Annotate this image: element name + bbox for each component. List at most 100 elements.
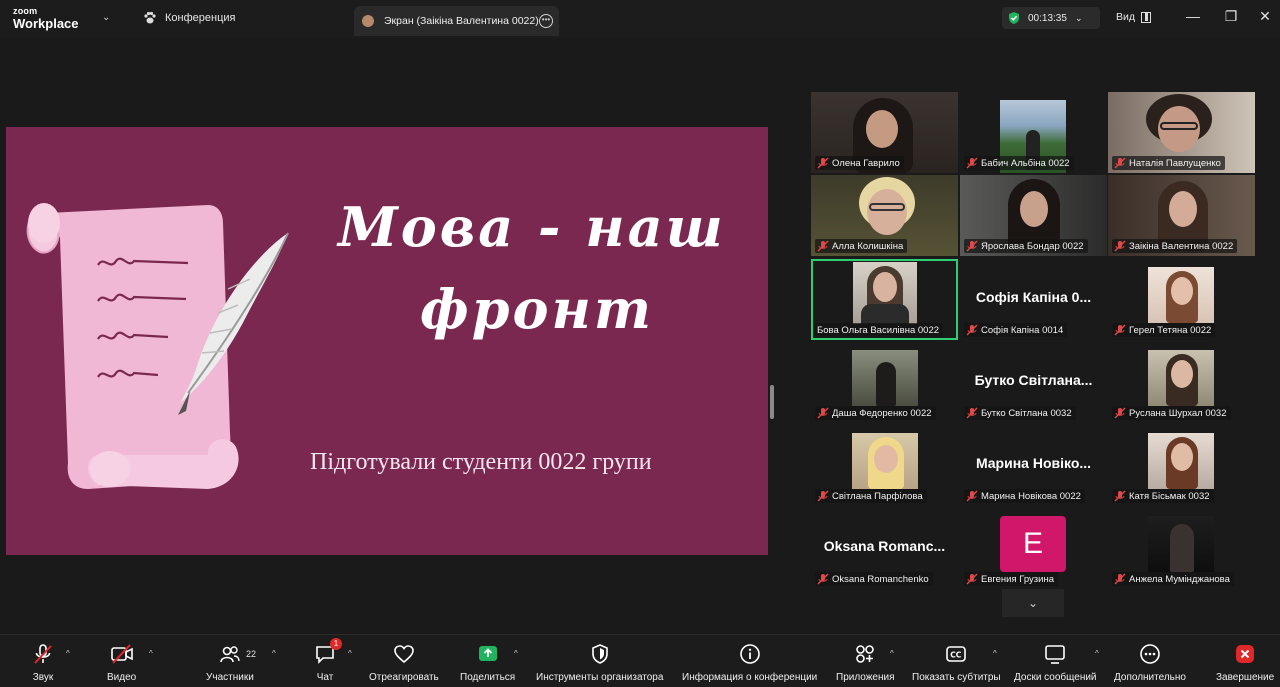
meeting-info-button[interactable]: Информация о конференции xyxy=(682,643,817,683)
participants-icon xyxy=(218,643,242,665)
participant-tile-active-speaker[interactable]: Бова Ольга Василівна 0022 xyxy=(811,259,958,340)
participant-tile[interactable]: Бабич Альбіна 0022 xyxy=(960,92,1107,173)
apps-button[interactable]: Приложения xyxy=(836,643,895,683)
meeting-timer[interactable]: 00:13:35 ⌄ xyxy=(1002,7,1100,29)
participant-tile[interactable]: Катя Бісьмак 0032 xyxy=(1108,425,1255,506)
view-button[interactable]: Вид xyxy=(1116,11,1151,23)
mic-muted-icon xyxy=(1114,157,1126,169)
video-button[interactable]: Видео xyxy=(107,643,136,683)
participant-name: Ярослава Бондар 0022 xyxy=(981,240,1084,252)
participant-name: Бабич Альбіна 0022 xyxy=(981,157,1070,169)
participant-display-name: Бутко Світлана... xyxy=(974,372,1093,388)
whiteboards-options-caret[interactable]: ^ xyxy=(1095,649,1099,658)
audio-button[interactable]: Звук xyxy=(31,643,55,683)
tab-conference[interactable]: Конференция xyxy=(143,11,235,25)
participant-name: Світлана Парфілова xyxy=(832,490,923,502)
whiteboards-button[interactable]: Доски сообщений xyxy=(1014,643,1097,683)
mic-muted-icon xyxy=(817,490,829,502)
participants-count: 22 xyxy=(246,649,257,659)
participant-display-name: Марина Новіко... xyxy=(975,455,1092,471)
presentation-slide: Мова - наш фронт Підготували студенти 00… xyxy=(6,127,768,555)
mic-muted-icon xyxy=(966,573,978,585)
mic-muted-icon xyxy=(966,407,978,419)
mic-muted-icon xyxy=(817,573,829,585)
host-tools-button[interactable]: Инструменты организатора xyxy=(536,643,663,683)
meeting-toolbar: Звук ^ Видео ^ Участники 22 ^ 1 Чат ^ От… xyxy=(0,634,1280,687)
share-screen-button[interactable]: Поделиться xyxy=(460,643,515,683)
share-options-caret[interactable]: ^ xyxy=(514,649,518,658)
zoom-logo: zoom Workplace xyxy=(13,6,79,31)
gallery-next-page-button[interactable]: ⌄ xyxy=(1002,589,1064,617)
apps-options-caret[interactable]: ^ xyxy=(890,649,894,658)
participant-video xyxy=(1148,516,1214,572)
resize-handle[interactable] xyxy=(770,385,774,419)
participant-video xyxy=(852,350,918,406)
participant-video xyxy=(852,433,918,489)
chat-icon: 1 xyxy=(313,638,342,665)
mic-muted-icon xyxy=(1114,240,1126,252)
participant-tile[interactable]: Світлана Парфілова xyxy=(811,425,958,506)
mic-muted-icon xyxy=(31,643,55,665)
participant-name: Алла Колишкіна xyxy=(832,240,904,252)
participant-name: Oksana Romanchenko xyxy=(832,573,929,585)
participant-tile[interactable]: Софія Капіна 0... Софія Капіна 0014 xyxy=(960,259,1107,340)
more-options-icon[interactable]: ••• xyxy=(539,14,553,28)
participant-tile[interactable]: Бутко Світлана... Бутко Світлана 0032 xyxy=(960,342,1107,423)
tab-conference-label: Конференция xyxy=(165,12,236,24)
close-button[interactable]: ✕ xyxy=(1255,8,1275,25)
participant-tile[interactable]: Герел Тетяна 0022 xyxy=(1108,259,1255,340)
participant-tile[interactable]: Ярослава Бондар 0022 xyxy=(960,175,1107,256)
mic-muted-icon xyxy=(817,407,829,419)
whiteboard-icon xyxy=(1043,643,1067,665)
video-options-caret[interactable]: ^ xyxy=(149,649,153,658)
chat-button[interactable]: 1 Чат xyxy=(313,638,342,683)
participant-display-name: Софія Капіна 0... xyxy=(975,289,1092,305)
mic-muted-icon xyxy=(1114,573,1126,585)
participant-name: Анжела Мумінджанова xyxy=(1129,573,1230,585)
cc-icon: CC xyxy=(944,643,968,665)
audio-options-caret[interactable]: ^ xyxy=(66,649,70,658)
participant-tile[interactable]: Заікіна Валентина 0022 xyxy=(1108,175,1255,256)
participants-options-caret[interactable]: ^ xyxy=(272,649,276,658)
avatar: E xyxy=(1000,516,1066,572)
apps-icon xyxy=(853,643,877,665)
tab-screen-share[interactable]: Экран (Заікіна Валентина 0022) ••• xyxy=(354,6,559,36)
participant-name: Бутко Світлана 0032 xyxy=(981,407,1072,419)
participant-name: Олена Гаврило xyxy=(832,157,900,169)
info-icon xyxy=(738,643,762,665)
end-meeting-button[interactable]: Завершение xyxy=(1216,643,1274,683)
participant-tile[interactable]: Даша Федоренко 0022 xyxy=(811,342,958,423)
restore-button[interactable]: ❐ xyxy=(1221,8,1241,25)
captions-options-caret[interactable]: ^ xyxy=(993,649,997,658)
more-dots-icon xyxy=(1138,643,1162,665)
participant-tile[interactable]: Марина Новіко... Марина Новікова 0022 xyxy=(960,425,1107,506)
shield-icon xyxy=(1009,12,1019,24)
participant-name: Катя Бісьмак 0032 xyxy=(1129,490,1210,502)
participant-name: Софія Капіна 0014 xyxy=(981,324,1064,336)
mic-muted-icon xyxy=(1114,324,1126,336)
minimize-button[interactable]: — xyxy=(1183,8,1203,24)
grid-icon xyxy=(1141,11,1151,23)
more-button[interactable]: Дополнительно xyxy=(1114,643,1186,683)
participant-tile[interactable]: Олена Гаврило xyxy=(811,92,958,173)
slide-title-line1: Мова - наш xyxy=(338,195,726,259)
participant-video xyxy=(853,262,917,324)
react-button[interactable]: Отреагировать xyxy=(369,643,439,683)
participant-tile[interactable]: Анжела Мумінджанова xyxy=(1108,508,1255,589)
mic-muted-icon xyxy=(817,240,829,252)
participant-tile[interactable]: Руслана Шурхал 0032 xyxy=(1108,342,1255,423)
participant-tile[interactable]: Наталія Павлущенко xyxy=(1108,92,1255,173)
participant-tile[interactable]: Oksana Romanc... Oksana Romanchenko xyxy=(811,508,958,589)
avatar xyxy=(362,15,374,27)
chevron-down-icon[interactable]: ⌄ xyxy=(102,12,110,23)
participant-gallery: Олена Гаврило Бабич Альбіна 0022 Наталія… xyxy=(782,38,1280,634)
title-bar: zoom Workplace ⌄ Конференция Экран (Заік… xyxy=(0,0,1280,38)
chat-options-caret[interactable]: ^ xyxy=(348,649,352,658)
participant-tile[interactable]: E Евгения Грузина xyxy=(960,508,1107,589)
participant-name: Заікіна Валентина 0022 xyxy=(1129,240,1234,252)
close-icon xyxy=(1233,643,1257,665)
shield-icon xyxy=(588,643,612,665)
participant-tile[interactable]: Алла Колишкіна xyxy=(811,175,958,256)
mic-muted-icon xyxy=(817,157,829,169)
captions-button[interactable]: CC Показать субтитры xyxy=(912,643,1001,683)
